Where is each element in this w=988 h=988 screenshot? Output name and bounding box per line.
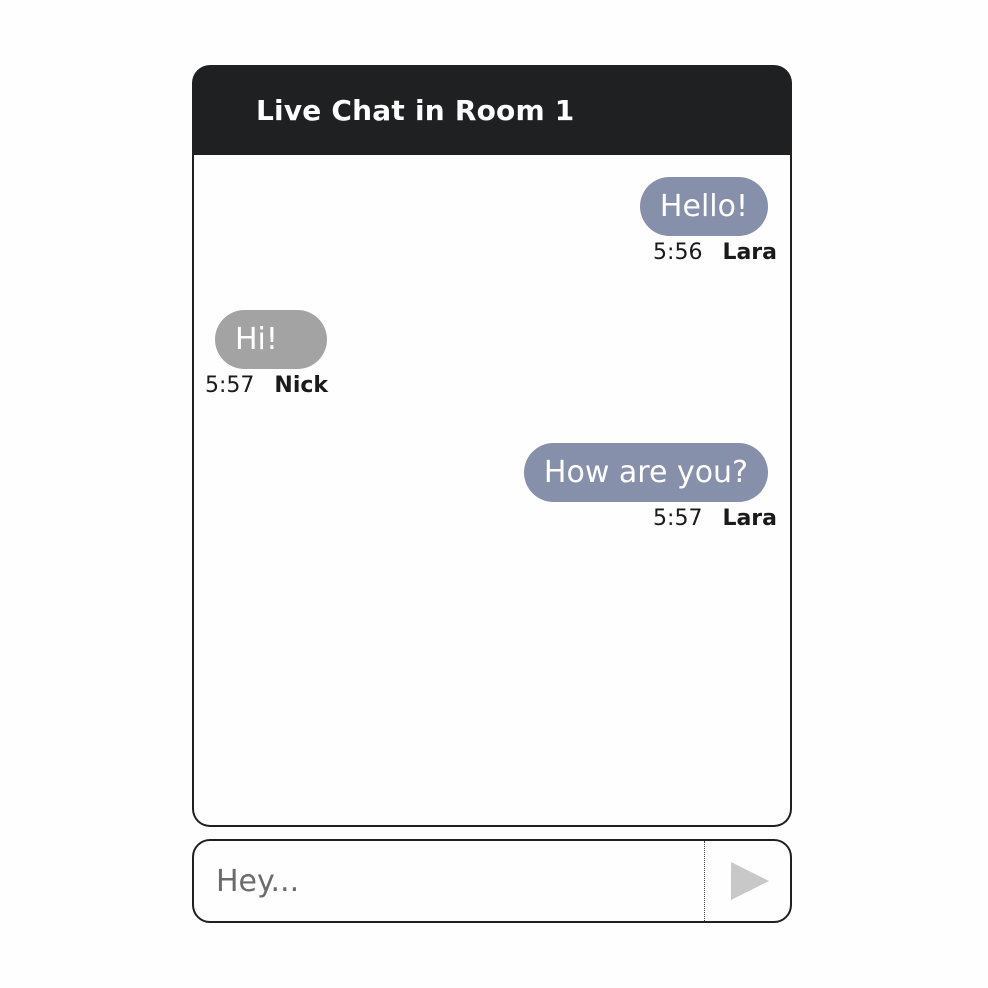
message-item: How are you? 5:57 Lara [523,443,777,531]
message-meta: 5:57 Lara [653,506,777,531]
message-bubble: How are you? [523,443,768,502]
message-meta: 5:57 Nick [205,373,328,398]
message-time: 5:57 [653,506,703,531]
message-author: Nick [274,373,329,398]
message-bubble: Hi! [215,310,327,369]
message-item: Hello! 5:56 Lara [639,177,777,265]
chat-header: Live Chat in Room 1 [192,65,792,155]
message-bubble: Hello! [639,177,768,236]
message-input[interactable] [194,841,704,921]
chat-window: Live Chat in Room 1 Hello! 5:56 Lara Hi!… [192,65,792,827]
message-time: 5:57 [205,373,255,398]
message-list: Hello! 5:56 Lara Hi! 5:57 Nick How are y… [192,155,792,827]
message-time: 5:56 [653,240,703,265]
message-author: Lara [722,240,777,265]
send-button[interactable] [704,841,790,921]
chat-title: Live Chat in Room 1 [256,93,575,127]
message-composer [192,839,792,923]
send-icon [730,862,769,900]
message-author: Lara [722,506,777,531]
message-meta: 5:56 Lara [653,240,777,265]
message-item: Hi! 5:57 Nick [205,310,328,398]
